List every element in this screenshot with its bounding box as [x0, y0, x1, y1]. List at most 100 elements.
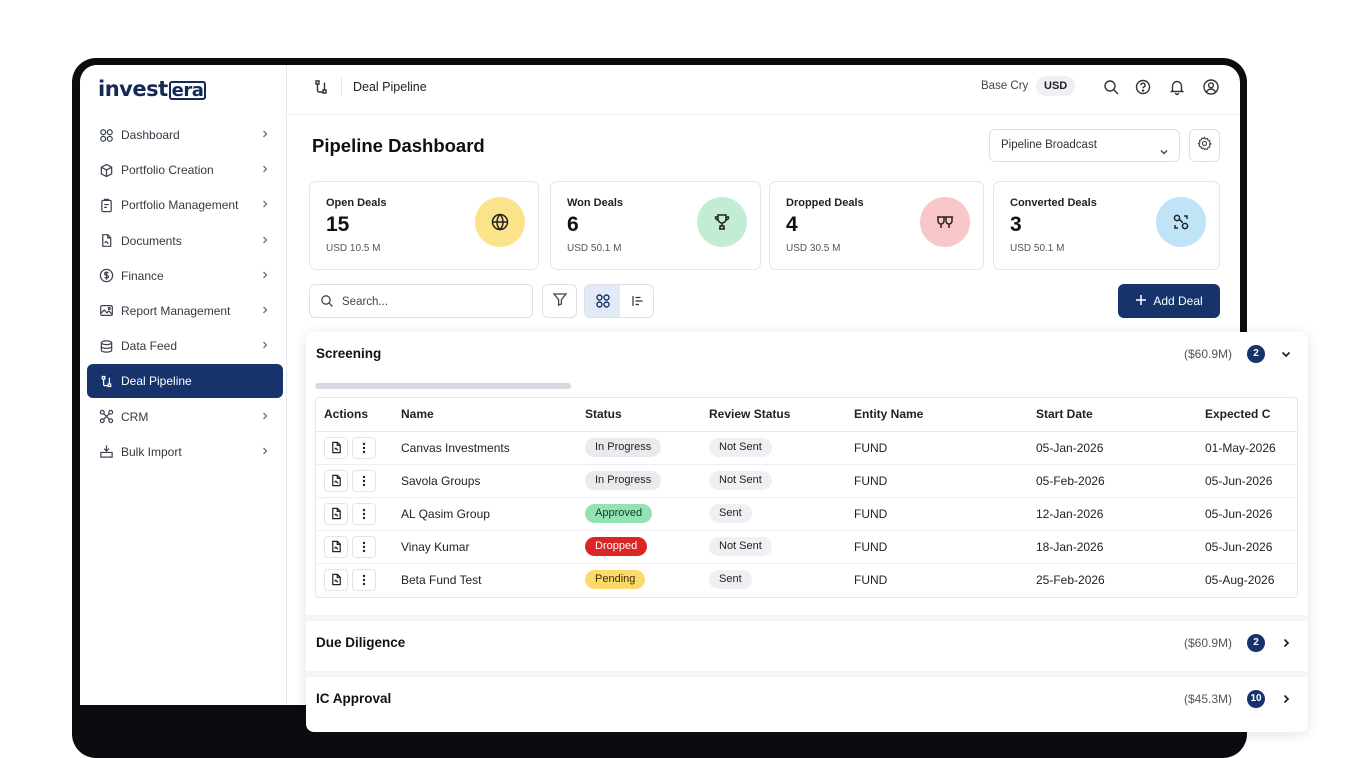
sidebar-item-crm[interactable]: CRM [87, 400, 283, 434]
stat-card-converted-deals[interactable]: Converted Deals 3 USD 50.1 M [993, 181, 1220, 270]
sidebar-item-label: Finance [121, 268, 164, 283]
review-status-badge: Not Sent [709, 471, 772, 490]
stat-card-title: Won Deals [567, 197, 624, 209]
breadcrumb[interactable]: Deal Pipeline [353, 80, 427, 94]
status-cell: In Progress [585, 431, 709, 465]
chevron-down-icon[interactable] [1279, 347, 1293, 361]
sidebar-item-report-management[interactable]: Report Management [87, 294, 283, 328]
expected-close-date: 05-Jun-2026 [1205, 530, 1297, 564]
status-badge: Dropped [585, 537, 648, 556]
row-actions [316, 431, 401, 465]
table-row[interactable]: Beta Fund Test Pending Sent FUND 25-Feb-2026… [316, 563, 1297, 596]
column-header[interactable]: Entity Name [854, 398, 1036, 432]
trophy-icon [697, 197, 747, 247]
status-badge: In Progress [585, 438, 662, 457]
help-icon[interactable] [1134, 78, 1152, 96]
more-options-button[interactable] [352, 502, 376, 525]
table-row[interactable]: Vinay Kumar Dropped Not Sent FUND 18-Jan-202… [316, 530, 1297, 564]
stat-card-won-deals[interactable]: Won Deals 6 USD 50.1 M [550, 181, 761, 270]
document-icon [331, 540, 341, 553]
sidebar-item-documents[interactable]: Documents [87, 224, 283, 258]
pipeline-broadcast-value: Pipeline Broadcast [1001, 139, 1097, 151]
network-icon [98, 409, 114, 425]
search-box[interactable] [309, 284, 533, 318]
add-deal-label: Add Deal [1153, 294, 1203, 308]
bell-icon[interactable] [1168, 78, 1186, 96]
image-report-icon [98, 303, 114, 319]
sidebar-item-portfolio-management[interactable]: Portfolio Management [87, 188, 283, 222]
table-row[interactable]: Savola Groups In Progress Not Sent FUND 05-F… [316, 464, 1297, 498]
sidebar-item-data-feed[interactable]: Data Feed [87, 329, 283, 363]
column-header[interactable]: Name [401, 398, 585, 432]
grid-view-button[interactable] [585, 285, 620, 317]
stat-card-dropped-deals[interactable]: Dropped Deals 4 USD 30.5 M [769, 181, 984, 270]
row-actions [316, 530, 401, 564]
more-options-button[interactable] [352, 535, 376, 558]
stage-header-screening[interactable]: Screening ($60.9M) 2 [306, 332, 1308, 376]
sidebar-item-label: Documents [121, 233, 182, 248]
sidebar-item-deal-pipeline[interactable]: Deal Pipeline [87, 364, 283, 399]
app-logo[interactable]: invest era [98, 77, 207, 101]
user-icon[interactable] [1202, 78, 1220, 96]
more-vertical-icon [362, 541, 366, 552]
sidebar-item-label: Dashboard [121, 128, 180, 142]
sidebar-item-label: Report Management [121, 303, 231, 318]
column-header[interactable]: Review Status [709, 398, 854, 432]
sidebar-item-label: Data Feed [121, 339, 178, 354]
stage-amount: ($60.9M) [1184, 636, 1233, 650]
deal-name[interactable]: AL Qasim Group [401, 497, 585, 531]
sidebar-item-portfolio-creation[interactable]: Portfolio Creation [87, 153, 283, 187]
deal-name[interactable]: Canvas Investments [401, 431, 585, 465]
stat-card-title: Open Deals [326, 197, 387, 209]
status-badge: In Progress [585, 471, 662, 490]
stat-card-open-deals[interactable]: Open Deals 15 USD 10.5 M [309, 181, 539, 270]
gear-icon [1197, 135, 1212, 156]
horizontal-scrollbar[interactable] [315, 383, 571, 389]
stage-count-badge: 10 [1247, 690, 1265, 708]
more-options-button[interactable] [352, 436, 376, 459]
deal-name[interactable]: Savola Groups [401, 464, 585, 498]
add-deal-button[interactable]: Add Deal [1118, 284, 1220, 318]
column-header[interactable]: Actions [316, 398, 401, 432]
stat-card-value: 6 [567, 213, 579, 236]
column-header[interactable]: Status [585, 398, 709, 432]
sidebar-item-dashboard[interactable]: Dashboard [87, 118, 283, 152]
stage-header-ic-approval[interactable]: IC Approval ($45.3M) 10 [306, 677, 1308, 721]
view-document-button[interactable] [324, 436, 348, 459]
settings-button[interactable] [1189, 129, 1220, 162]
search-icon[interactable] [1102, 78, 1120, 96]
more-vertical-icon [362, 574, 366, 585]
search-input[interactable] [342, 292, 522, 312]
deal-name[interactable]: Vinay Kumar [401, 530, 585, 564]
table-row[interactable]: AL Qasim Group Approved Sent FUND 12-Jan-202… [316, 497, 1297, 531]
sidebar-item-label: Portfolio Management [121, 198, 239, 213]
view-document-button[interactable] [324, 502, 348, 525]
expected-close-date: 01-May-2026 [1205, 431, 1297, 465]
chevron-right-icon[interactable] [1279, 636, 1293, 650]
stage-title: IC Approval [316, 691, 392, 706]
chevron-right-icon[interactable] [1279, 692, 1293, 706]
base-currency-label: Base Cry [981, 80, 1029, 92]
status-cell: In Progress [585, 464, 709, 498]
deal-name[interactable]: Beta Fund Test [401, 563, 585, 596]
review-status-badge: Not Sent [709, 438, 772, 457]
pipeline-broadcast-select[interactable]: Pipeline Broadcast [989, 129, 1180, 162]
table-row[interactable]: Canvas Investments In Progress Not Sent FUN… [316, 431, 1297, 465]
view-document-button[interactable] [324, 469, 348, 492]
review-status-cell: Sent [709, 563, 854, 596]
list-view-button[interactable] [620, 285, 653, 317]
sidebar-item-bulk-import[interactable]: Bulk Import [87, 435, 283, 469]
stage-header-due-diligence[interactable]: Due Diligence ($60.9M) 2 [306, 621, 1308, 665]
currency-badge[interactable]: USD [1036, 76, 1076, 96]
chevron-right-icon [259, 234, 271, 246]
view-document-button[interactable] [324, 568, 348, 591]
more-options-button[interactable] [352, 469, 376, 492]
stat-card-title: Converted Deals [1010, 197, 1097, 209]
view-document-button[interactable] [324, 535, 348, 558]
sidebar-nav: Dashboard Portfolio Creation Portfolio Man… [87, 118, 283, 470]
column-header[interactable]: Start Date [1036, 398, 1205, 432]
column-header[interactable]: Expected C [1205, 398, 1297, 432]
sidebar-item-finance[interactable]: Finance [87, 259, 283, 293]
filter-button[interactable] [542, 284, 577, 318]
more-options-button[interactable] [352, 568, 376, 591]
